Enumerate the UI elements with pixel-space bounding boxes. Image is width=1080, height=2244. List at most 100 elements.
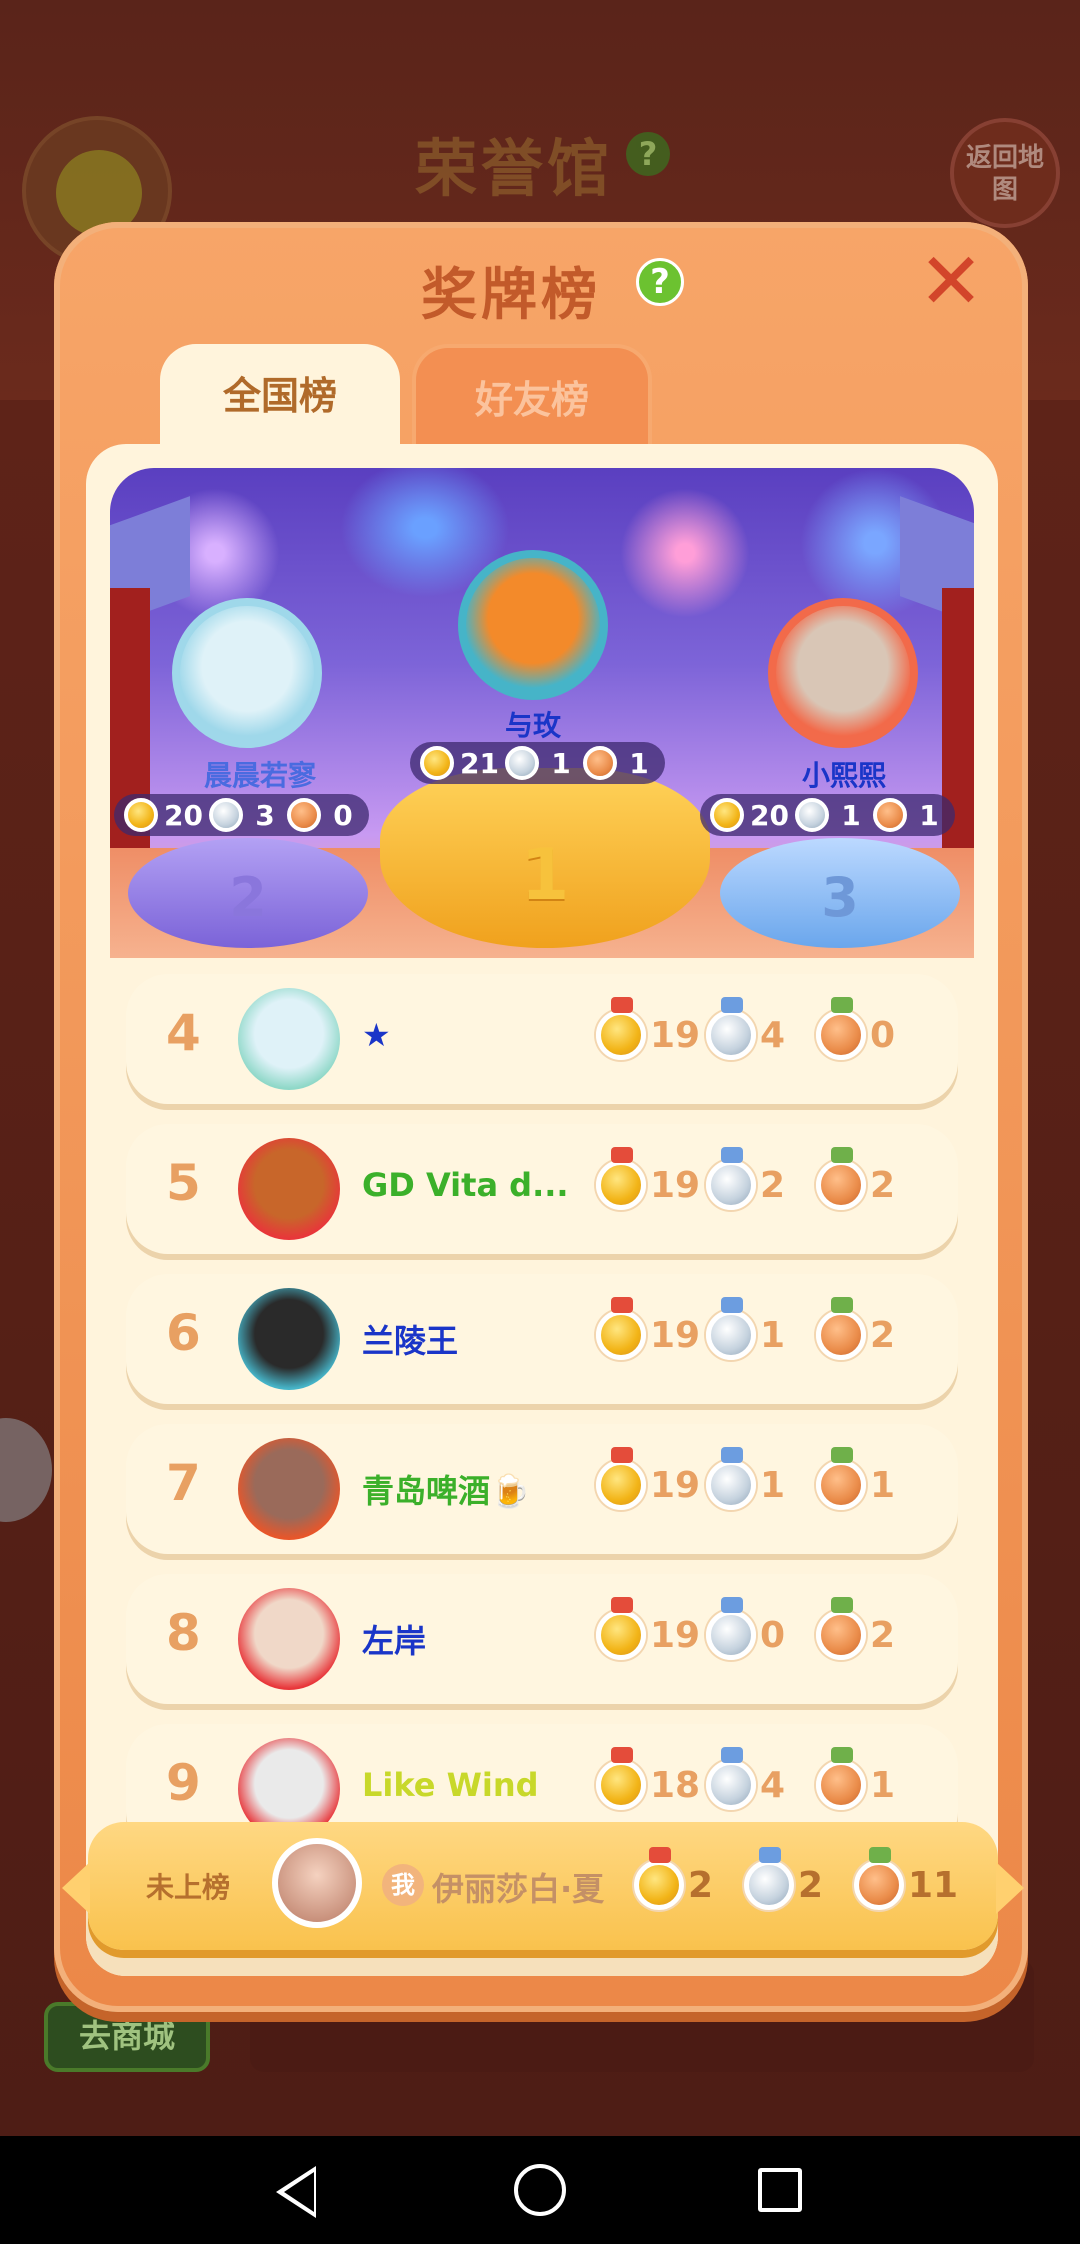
gold-medal-icon xyxy=(710,798,744,832)
my-name: 伊丽莎白·夏 xyxy=(432,1870,605,1908)
firework-decoration xyxy=(620,488,750,618)
bronze-count: 1 xyxy=(870,1464,896,1506)
home-nav-icon[interactable] xyxy=(514,2164,566,2216)
avatar[interactable] xyxy=(238,1588,340,1690)
silver-group: 2 xyxy=(706,1147,808,1210)
modal-title: 奖牌榜 xyxy=(421,263,601,328)
silver-count: 4 xyxy=(760,1764,786,1806)
second-place-medals: 20 3 0 xyxy=(114,794,369,836)
silver-count: 0 xyxy=(760,1614,786,1656)
silver-group: 1 xyxy=(706,1297,808,1360)
close-icon[interactable]: ✕ xyxy=(916,243,986,322)
my-ranking-row[interactable]: 未上榜 我 伊丽莎白·夏 2 2 11 xyxy=(62,1822,1024,1950)
second-place-avatar[interactable] xyxy=(172,598,322,748)
gold-medal-icon xyxy=(634,1847,684,1910)
bronze-count: 1 xyxy=(919,798,939,832)
silver-count: 1 xyxy=(760,1464,786,1506)
list-item[interactable]: 8 左岸 19 0 2 xyxy=(126,1574,958,1704)
shop-button[interactable]: 去商城 xyxy=(44,2002,210,2072)
podium-number: 1 xyxy=(520,834,570,916)
gold-medal-icon xyxy=(596,1447,646,1510)
third-place-name: 小熙熙 xyxy=(801,759,886,792)
silver-count: 1 xyxy=(841,798,861,832)
list-item[interactable]: 5 GD Vita d... 19 2 2 xyxy=(126,1124,958,1254)
tab-national[interactable]: 全国榜 xyxy=(160,344,400,456)
silver-medal-icon xyxy=(744,1847,794,1910)
gold-medal-icon xyxy=(596,1297,646,1360)
first-place-avatar[interactable] xyxy=(458,550,608,700)
first-place-medals: 21 1 1 xyxy=(410,742,665,784)
player-name: ★ xyxy=(362,1016,391,1054)
silver-count: 1 xyxy=(551,746,571,780)
bronze-count: 1 xyxy=(870,1764,896,1806)
avatar[interactable] xyxy=(238,1288,340,1390)
tab-friends[interactable]: 好友榜 xyxy=(412,344,652,448)
gold-group: 19 xyxy=(596,997,700,1060)
bronze-medal-icon xyxy=(816,1447,866,1510)
list-item[interactable]: 4 ★ 19 4 0 xyxy=(126,974,958,1104)
silver-medal-icon xyxy=(706,1147,756,1210)
back-nav-icon[interactable] xyxy=(276,2166,316,2218)
silver-medal-icon xyxy=(706,1297,756,1360)
my-rank-status: 未上榜 xyxy=(146,1871,231,1904)
gold-count: 18 xyxy=(650,1764,701,1806)
silver-count: 1 xyxy=(760,1314,786,1356)
ribbon-right-decoration xyxy=(996,1862,1024,1914)
bronze-group: 0 xyxy=(816,997,918,1060)
gold-count: 21 xyxy=(460,746,499,780)
bronze-group: 2 xyxy=(816,1147,918,1210)
player-name: 青岛啤酒🍺 xyxy=(362,1472,530,1510)
silver-group: 1 xyxy=(706,1447,808,1510)
help-icon[interactable]: ? xyxy=(636,258,684,306)
silver-medal-icon xyxy=(794,798,829,832)
gold-count: 2 xyxy=(688,1864,714,1906)
avatar[interactable] xyxy=(272,1838,362,1928)
gold-group: 2 xyxy=(634,1847,736,1910)
bronze-medal-icon xyxy=(816,1597,866,1660)
silver-medal-icon xyxy=(706,1747,756,1810)
podium-stand-2: 2 xyxy=(128,838,368,948)
gold-medal-icon xyxy=(596,1597,646,1660)
podium-scene: 2 3 1 与玫 21 1 1 晨晨若寥 20 3 0 小熙熙 20 1 1 xyxy=(110,468,974,958)
gold-medal-icon xyxy=(596,1147,646,1210)
list-item[interactable]: 6 兰陵王 19 1 2 xyxy=(126,1274,958,1404)
gold-medal-icon xyxy=(124,798,158,832)
player-name: Like Wind xyxy=(362,1766,539,1804)
avatar[interactable] xyxy=(238,988,340,1090)
system-nav-bar xyxy=(0,2136,1080,2244)
hall-help-icon[interactable]: ? xyxy=(626,132,670,176)
me-badge: 我 xyxy=(382,1864,424,1906)
gold-group: 19 xyxy=(596,1597,700,1660)
avatar[interactable] xyxy=(238,1438,340,1540)
back-to-map-button[interactable]: 返回地图 xyxy=(950,118,1060,228)
podium-stand-1: 1 xyxy=(380,768,710,948)
bronze-group: 2 xyxy=(816,1297,918,1360)
bronze-medal-icon xyxy=(872,798,907,832)
list-item[interactable]: 7 青岛啤酒🍺 19 1 1 xyxy=(126,1424,958,1554)
rank-number: 8 xyxy=(166,1604,201,1662)
rank-number: 7 xyxy=(166,1454,201,1512)
gold-medal-icon xyxy=(596,997,646,1060)
bronze-medal-icon xyxy=(816,997,866,1060)
recent-nav-icon[interactable] xyxy=(758,2168,802,2212)
hall-title: 荣誉馆 xyxy=(415,132,614,205)
bronze-count: 2 xyxy=(870,1314,896,1356)
gold-group: 19 xyxy=(596,1147,701,1210)
bronze-medal-icon xyxy=(286,798,321,832)
avatar[interactable] xyxy=(238,1138,340,1240)
medal-board-modal: 奖牌榜 ? ✕ 全国榜 好友榜 2 3 1 与玫 21 1 1 晨晨若寥 20 … xyxy=(54,222,1028,2012)
player-name: GD Vita d... xyxy=(362,1166,569,1204)
gold-count: 19 xyxy=(650,1164,701,1206)
podium-number: 3 xyxy=(821,866,859,929)
silver-medal-icon xyxy=(706,1447,756,1510)
podium-stand-3: 3 xyxy=(720,838,960,948)
bronze-medal-icon xyxy=(816,1147,866,1210)
silver-medal-icon xyxy=(208,798,243,832)
player-name: 左岸 xyxy=(362,1622,427,1660)
bronze-count: 2 xyxy=(870,1614,896,1656)
third-place-avatar[interactable] xyxy=(768,598,918,748)
rank-number: 5 xyxy=(166,1154,201,1212)
bronze-count: 2 xyxy=(870,1164,896,1206)
bronze-medal-icon xyxy=(582,746,617,780)
silver-medal-icon xyxy=(706,997,756,1060)
